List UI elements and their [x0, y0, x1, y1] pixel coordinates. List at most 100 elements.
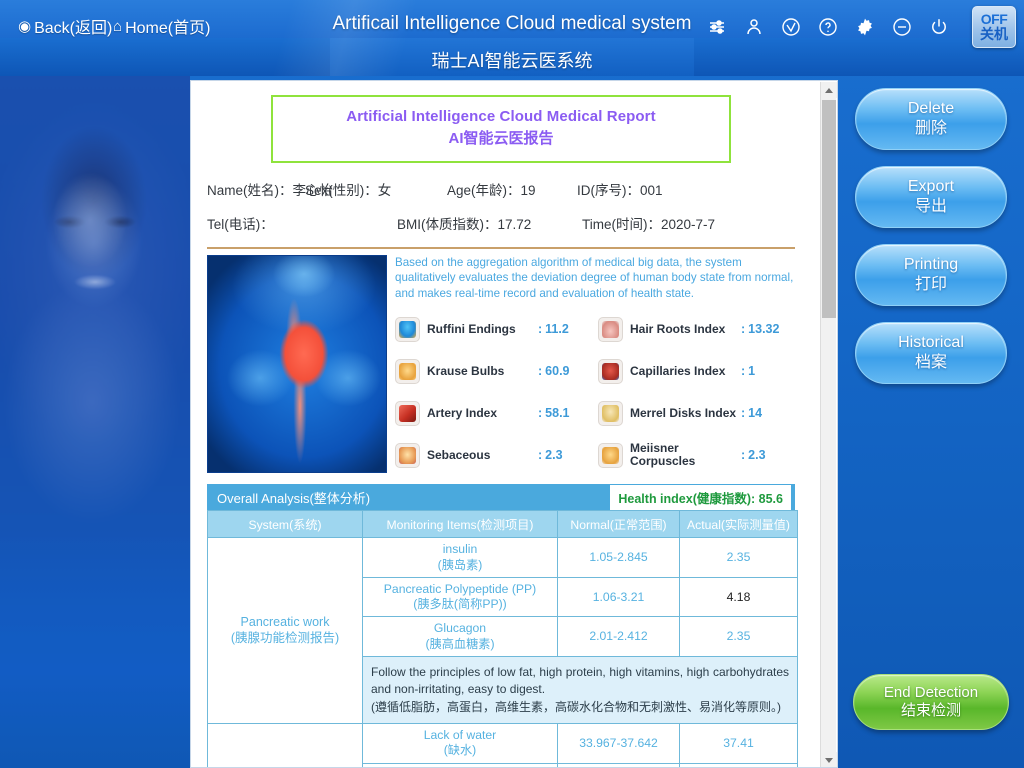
- end-detection-label-en: End Detection: [883, 683, 979, 701]
- report-title-box: Artificial Intelligence Cloud Medical Re…: [271, 95, 731, 163]
- system-cell: [207, 723, 363, 767]
- index-label: Capillaries Index: [630, 363, 726, 378]
- ruffini-endings-icon: [395, 316, 420, 342]
- sliders-icon[interactable]: [706, 16, 728, 38]
- scroll-down-arrow[interactable]: [821, 752, 837, 767]
- gear-icon[interactable]: [854, 16, 876, 38]
- app-title-chinese: 瑞士AI智能云医系统: [431, 51, 593, 71]
- patient-id-label: ID(序号)：: [577, 183, 640, 198]
- index-value: 58.1: [545, 406, 570, 421]
- index-colon: :: [741, 448, 746, 463]
- scroll-up-arrow[interactable]: [821, 82, 837, 98]
- triangle-down-icon: [825, 757, 833, 763]
- index-value: 2.3: [748, 448, 766, 463]
- indices-content: Based on the aggregation algorithm of me…: [395, 255, 795, 476]
- indices-section: Based on the aggregation algorithm of me…: [207, 254, 795, 476]
- report-panel: Artificial Intelligence Cloud Medical Re…: [190, 80, 838, 768]
- report-scrollbar[interactable]: [820, 82, 837, 767]
- patient-bmi-value: 17.72: [497, 217, 532, 232]
- actual-value-cell: 37.41: [679, 723, 798, 764]
- index-label: Sebaceous: [427, 447, 491, 462]
- patient-time-value: 2020-7-7: [661, 217, 716, 232]
- item-name-en: Lack of water: [423, 728, 497, 743]
- item-name-en: Glucagon: [433, 621, 487, 636]
- action-label-en: Export: [907, 178, 955, 196]
- patient-age-value: 19: [520, 183, 536, 198]
- patient-tel-label: Tel(电话)：: [207, 217, 274, 232]
- index-label: Merrel Disks Index: [630, 405, 737, 420]
- power-icon[interactable]: [928, 16, 950, 38]
- index-value-group: :11.2: [538, 322, 592, 336]
- table-header-row: System(系统) Monitoring Items(检测项目) Normal…: [207, 510, 798, 539]
- action-label-en: Delete: [907, 100, 955, 118]
- action-label-cn: 导出: [914, 198, 947, 215]
- report-content: Artificial Intelligence Cloud Medical Re…: [191, 81, 811, 767]
- patient-bmi-label: BMI(体质指数)：: [397, 217, 498, 232]
- column-header-normal: Normal(正常范围): [557, 510, 680, 539]
- home-button[interactable]: ⌂ Home(首页): [113, 14, 210, 38]
- normal-range-cell: 133.642-141.476: [557, 762, 680, 767]
- index-value: 13.32: [748, 322, 780, 337]
- minus-circle-icon[interactable]: [891, 16, 913, 38]
- user-icon[interactable]: [743, 16, 765, 38]
- system-cell: Pancreatic work (胰腺功能检测报告): [207, 537, 363, 725]
- index-label: Ruffini Endings: [427, 321, 516, 336]
- action-label-cn: 打印: [914, 276, 947, 293]
- index-label: Krause Bulbs: [427, 363, 505, 378]
- index-colon: :: [538, 406, 543, 421]
- index-colon: :: [741, 364, 746, 379]
- patient-sex-label: Sex(性别)：: [305, 183, 378, 198]
- index-value-group: :1: [741, 364, 795, 378]
- item-name-cn: (胰高血糖素): [425, 636, 495, 651]
- actual-value-cell: 2.35: [679, 537, 798, 578]
- index-value: 11.2: [545, 322, 569, 337]
- index-item: Meiisner Corpuscles:2.3: [598, 435, 795, 475]
- monitoring-item-cell: Pancreatic Polypeptide (PP) (胰多肽(简称PP)): [362, 576, 558, 618]
- advice-cell: Follow the principles of low fat, high p…: [362, 655, 798, 725]
- index-colon: :: [538, 364, 543, 379]
- item-name-cn: (缺水): [443, 743, 477, 758]
- index-value-group: :14: [741, 406, 795, 420]
- item-name-en: insulin: [442, 542, 478, 557]
- index-colon: :: [538, 322, 543, 337]
- action-label-en: Printing: [903, 256, 959, 274]
- index-label: Meiisner Corpuscles: [630, 440, 696, 469]
- system-name-en: Pancreatic work: [240, 615, 330, 630]
- artery-icon: [395, 400, 420, 426]
- index-item: Sebaceous:2.3: [395, 435, 592, 475]
- end-detection-button[interactable]: End Detection 结束检测: [853, 674, 1009, 730]
- help-circle-icon[interactable]: [817, 16, 839, 38]
- patient-info-row-2: Tel(电话)： BMI(体质指数)：17.72 Time(时间)：2020-7…: [207, 213, 795, 233]
- index-value: 14: [748, 406, 763, 421]
- merrel-disks-icon: [598, 400, 623, 426]
- triangle-up-icon: [825, 87, 833, 93]
- back-button[interactable]: ◉ Back(返回): [18, 14, 112, 38]
- action-label-cn: 档案: [914, 354, 947, 371]
- overall-analysis-label: Overall Analysis(整体分析): [217, 490, 371, 506]
- index-item: Krause Bulbs:60.9: [395, 351, 592, 391]
- table-body: Pancreatic work (胰腺功能检测报告) insulin (胰岛素) 1.0…: [207, 537, 798, 767]
- export-button[interactable]: Export 导出: [855, 166, 1007, 228]
- monitoring-item-cell: insulin (胰岛素): [362, 537, 558, 578]
- advice-text-en: Follow the principles of low fat, high p…: [371, 664, 789, 697]
- report-title-chinese: AI智能云医报告: [448, 130, 554, 147]
- index-colon: :: [538, 448, 543, 463]
- index-item: Hair Roots Index:13.32: [598, 309, 795, 349]
- action-label-en: Historical: [898, 334, 964, 352]
- back-icon: ◉: [18, 17, 32, 35]
- scroll-thumb[interactable]: [822, 100, 836, 318]
- check-circle-icon[interactable]: [780, 16, 802, 38]
- overall-analysis-bar: Overall Analysis(整体分析) Health index(健康指数…: [207, 484, 795, 511]
- capillaries-icon: [598, 358, 623, 384]
- printing-button[interactable]: Printing 打印: [855, 244, 1007, 306]
- normal-range-cell: 33.967-37.642: [557, 723, 680, 764]
- delete-button[interactable]: Delete 删除: [855, 88, 1007, 150]
- patient-sex-value: 女: [377, 183, 392, 198]
- index-item: Artery Index:58.1: [395, 393, 592, 433]
- column-header-system: System(系统): [207, 510, 363, 539]
- end-detection-label-cn: 结束检测: [900, 702, 961, 719]
- item-name-cn: (胰多肽(简称PP)): [413, 597, 507, 612]
- monitoring-item-cell: Glucagon (胰高血糖素): [362, 616, 558, 657]
- historical-button[interactable]: Historical 档案: [855, 322, 1007, 384]
- table-row: Lack of water (缺水) 33.967-37.642 37.41: [207, 723, 798, 767]
